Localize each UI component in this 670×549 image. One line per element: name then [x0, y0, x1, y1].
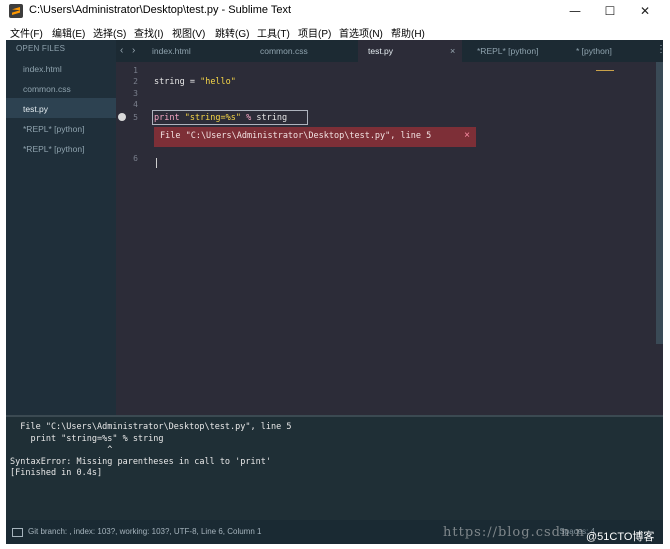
code-line-2: string = "hello": [154, 77, 236, 87]
line-number: 3: [133, 89, 138, 98]
menu-file[interactable]: 文件(F): [10, 25, 43, 40]
line-number: 4: [133, 100, 138, 109]
sidebar-item-repl-1[interactable]: *REPL* [python]: [23, 124, 84, 134]
sidebar: OPEN FILES index.html common.css test.py…: [6, 40, 116, 415]
minimize-button[interactable]: —: [560, 2, 590, 20]
menu-project[interactable]: 项目(P): [298, 25, 331, 40]
sidebar-title: OPEN FILES: [16, 44, 66, 53]
tab-forward-icon[interactable]: ›: [132, 45, 135, 56]
tab-label: *REPL* [python]: [477, 46, 539, 56]
keyword: print: [154, 113, 180, 123]
tab-test-py[interactable]: test.py: [358, 40, 462, 62]
tab-label: test.py: [368, 46, 394, 56]
more-menu-icon[interactable]: ⋮: [656, 44, 666, 55]
menu-goto[interactable]: 跳转(G): [215, 25, 249, 40]
line-number: 6: [133, 154, 138, 163]
tab-bar: ‹ › index.html common.css test.py × *REP…: [116, 40, 663, 62]
menu-edit[interactable]: 编辑(E): [52, 25, 85, 40]
output-line: SyntaxError: Missing parentheses in call…: [10, 457, 271, 467]
status-text: Git branch: , index: 103?, working: 103?…: [28, 527, 262, 536]
menu-tools[interactable]: 工具(T): [257, 25, 290, 40]
tab-label: * [python]: [576, 46, 612, 56]
sidebar-item-common-css[interactable]: common.css: [23, 84, 71, 94]
sidebar-item-test-py[interactable]: test.py: [23, 104, 48, 114]
window-title: C:\Users\Administrator\Desktop\test.py -…: [29, 4, 292, 16]
tab-repl-python-2[interactable]: * [python]: [576, 40, 646, 62]
identifier: string: [251, 113, 288, 123]
sidebar-item-repl-2[interactable]: *REPL* [python]: [23, 144, 84, 154]
minimap[interactable]: [596, 64, 614, 71]
watermark-brand: @51CTO博客: [586, 531, 655, 543]
error-message: File "C:\Users\Administrator\Desktop\tes…: [160, 131, 432, 141]
sidebar-item-index-html[interactable]: index.html: [23, 64, 62, 74]
output-line: ^: [10, 445, 113, 455]
sublime-window: C:\Users\Administrator\Desktop\test.py -…: [0, 0, 670, 549]
error-close-icon[interactable]: ×: [464, 130, 470, 141]
tab-close-icon[interactable]: ×: [450, 40, 455, 62]
error-phantom: File "C:\Users\Administrator\Desktop\tes…: [154, 127, 476, 147]
panel-toggle-icon[interactable]: [12, 528, 23, 537]
output-line: print "string=%s" % string: [10, 434, 164, 444]
tab-common-css[interactable]: common.css: [260, 40, 360, 62]
watermark: https://blog.csdn.n: [443, 525, 585, 540]
menu-preferences[interactable]: 首选项(N): [339, 25, 383, 40]
identifier: string: [154, 77, 185, 87]
build-output-panel: File "C:\Users\Administrator\Desktop\tes…: [6, 415, 663, 520]
tab-label: index.html: [152, 46, 191, 56]
menu-find[interactable]: 查找(I): [134, 25, 163, 40]
maximize-button[interactable]: ☐: [595, 2, 625, 20]
menu-view[interactable]: 视图(V): [172, 25, 205, 40]
operator: %: [241, 113, 252, 123]
close-button[interactable]: ✕: [630, 2, 660, 20]
line-number: 1: [133, 66, 138, 75]
string-literal: "string=%s": [179, 113, 242, 123]
operator: =: [184, 77, 201, 87]
output-line: File "C:\Users\Administrator\Desktop\tes…: [10, 422, 292, 432]
menu-help[interactable]: 帮助(H): [391, 25, 425, 40]
menu-selection[interactable]: 选择(S): [93, 25, 126, 40]
tab-index-html[interactable]: index.html: [152, 40, 252, 62]
tab-label: common.css: [260, 46, 308, 56]
sublime-app-icon: [9, 4, 23, 18]
vertical-scrollbar[interactable]: [656, 62, 663, 344]
tab-repl-python-1[interactable]: *REPL* [python]: [477, 40, 567, 62]
code-line-5: print "string=%s" % string: [154, 113, 287, 123]
title-bar: C:\Users\Administrator\Desktop\test.py -…: [0, 0, 670, 24]
output-line: [Finished in 0.4s]: [10, 468, 103, 478]
tab-back-icon[interactable]: ‹: [120, 45, 123, 56]
text-cursor: [156, 158, 157, 168]
menu-bar: 文件(F) 编辑(E) 选择(S) 查找(I) 视图(V) 跳转(G) 工具(T…: [0, 23, 670, 40]
string-literal: "hello": [200, 77, 236, 87]
line-number: 2: [133, 77, 138, 86]
error-marker-icon: [118, 113, 126, 121]
